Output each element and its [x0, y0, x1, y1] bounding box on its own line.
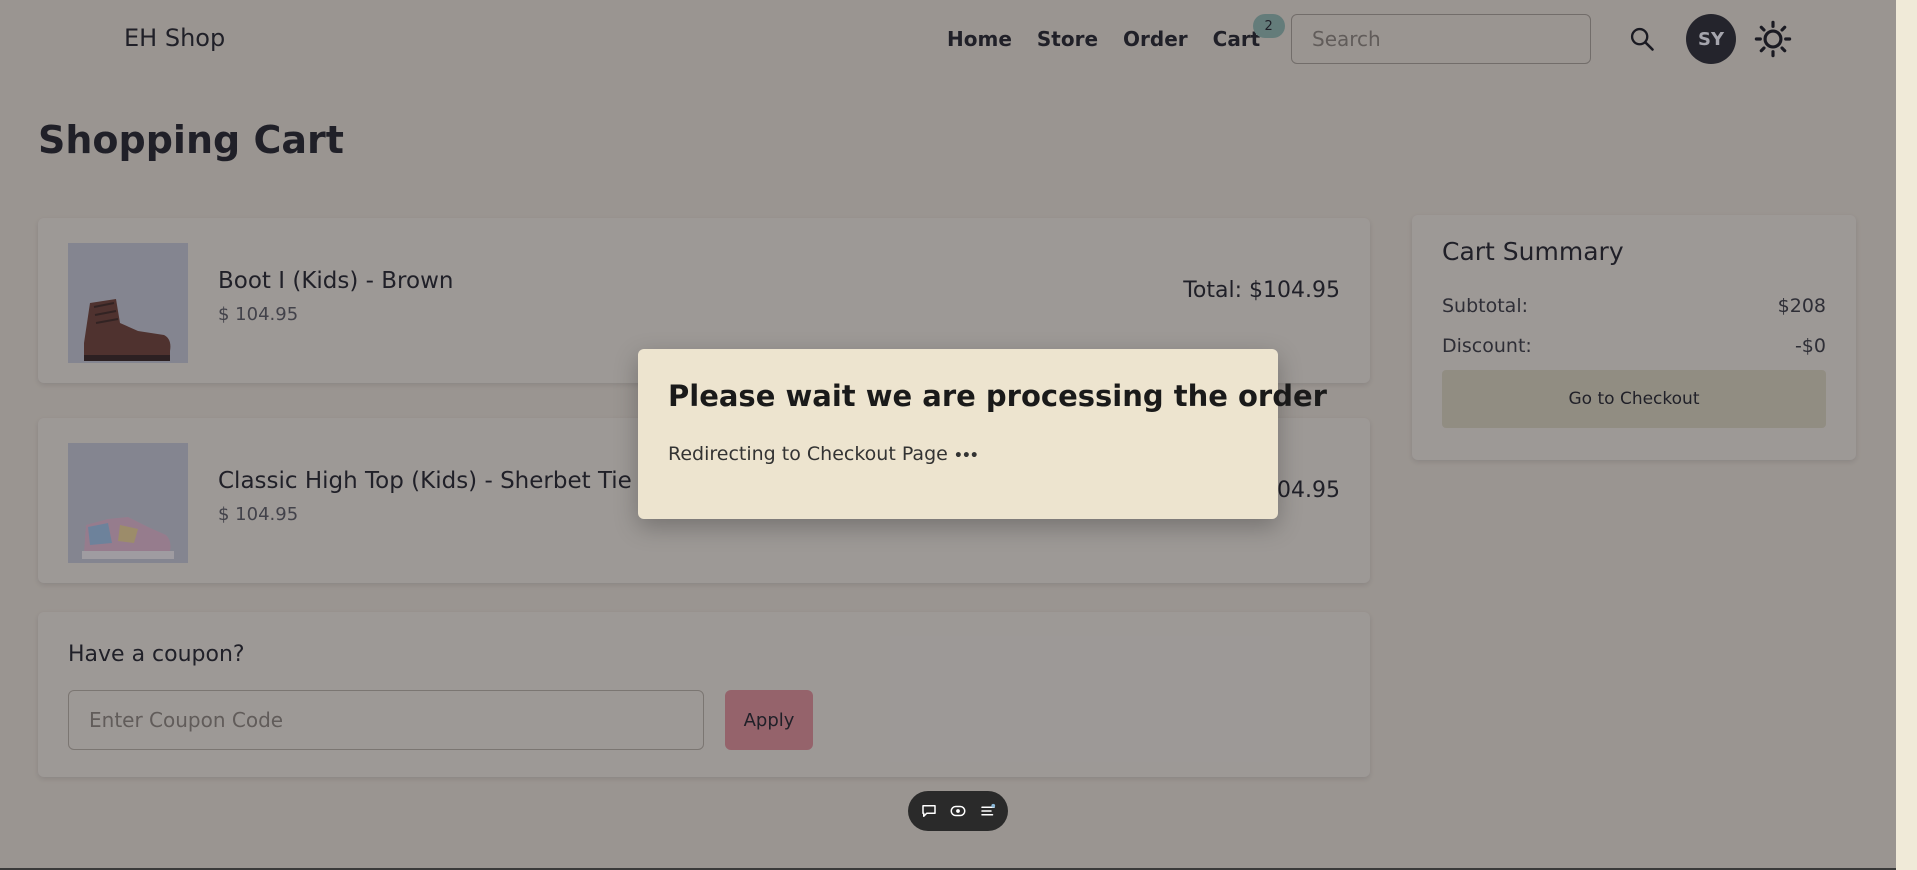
modal-message: Redirecting to Checkout Page	[668, 443, 948, 465]
loading-dots: •••	[953, 448, 979, 464]
settings-list-icon[interactable]	[979, 802, 997, 820]
comment-icon[interactable]	[920, 802, 938, 820]
modal-message-line: Redirecting to Checkout Page •••	[668, 443, 979, 465]
processing-modal: Please wait we are processing the order …	[638, 349, 1327, 519]
floating-toolbar	[908, 791, 1008, 831]
modal-title: Please wait we are processing the order	[668, 379, 1327, 413]
scrollbar[interactable]	[1896, 0, 1917, 870]
eye-icon[interactable]	[949, 802, 967, 820]
